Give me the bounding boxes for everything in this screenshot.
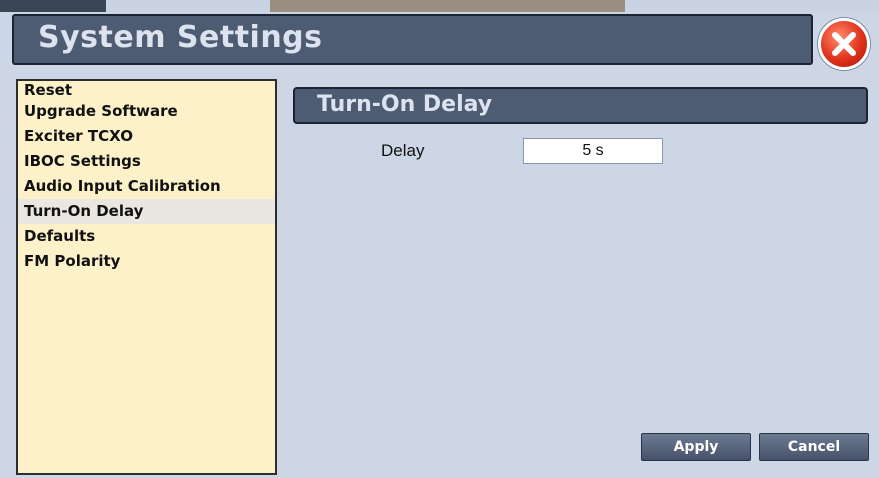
top-strip-segment (270, 0, 625, 12)
settings-sidebar: Reset Upgrade Software Exciter TCXO IBOC… (16, 79, 277, 475)
sidebar-item-iboc-settings[interactable]: IBOC Settings (18, 149, 275, 174)
window-title: System Settings (38, 20, 323, 55)
sidebar-item-defaults[interactable]: Defaults (18, 224, 275, 249)
sidebar-item-reset[interactable]: Reset (18, 81, 275, 99)
title-bar: System Settings (12, 14, 813, 65)
section-header: Turn-On Delay (293, 87, 868, 124)
apply-button[interactable]: Apply (641, 433, 751, 461)
sidebar-item-turn-on-delay[interactable]: Turn-On Delay (18, 199, 275, 224)
top-strip-segment (0, 0, 106, 12)
delay-label: Delay (381, 141, 425, 160)
cancel-button[interactable]: Cancel (759, 433, 869, 461)
delay-field[interactable]: 5 s (523, 138, 663, 164)
section-title: Turn-On Delay (317, 92, 493, 117)
sidebar-item-fm-polarity[interactable]: FM Polarity (18, 249, 275, 274)
sidebar-item-exciter-tcxo[interactable]: Exciter TCXO (18, 124, 275, 149)
top-strip (0, 0, 879, 12)
close-x-icon (832, 32, 856, 56)
sidebar-item-upgrade-software[interactable]: Upgrade Software (18, 99, 275, 124)
close-button[interactable] (818, 18, 870, 70)
sidebar-item-audio-input-calibration[interactable]: Audio Input Calibration (18, 174, 275, 199)
